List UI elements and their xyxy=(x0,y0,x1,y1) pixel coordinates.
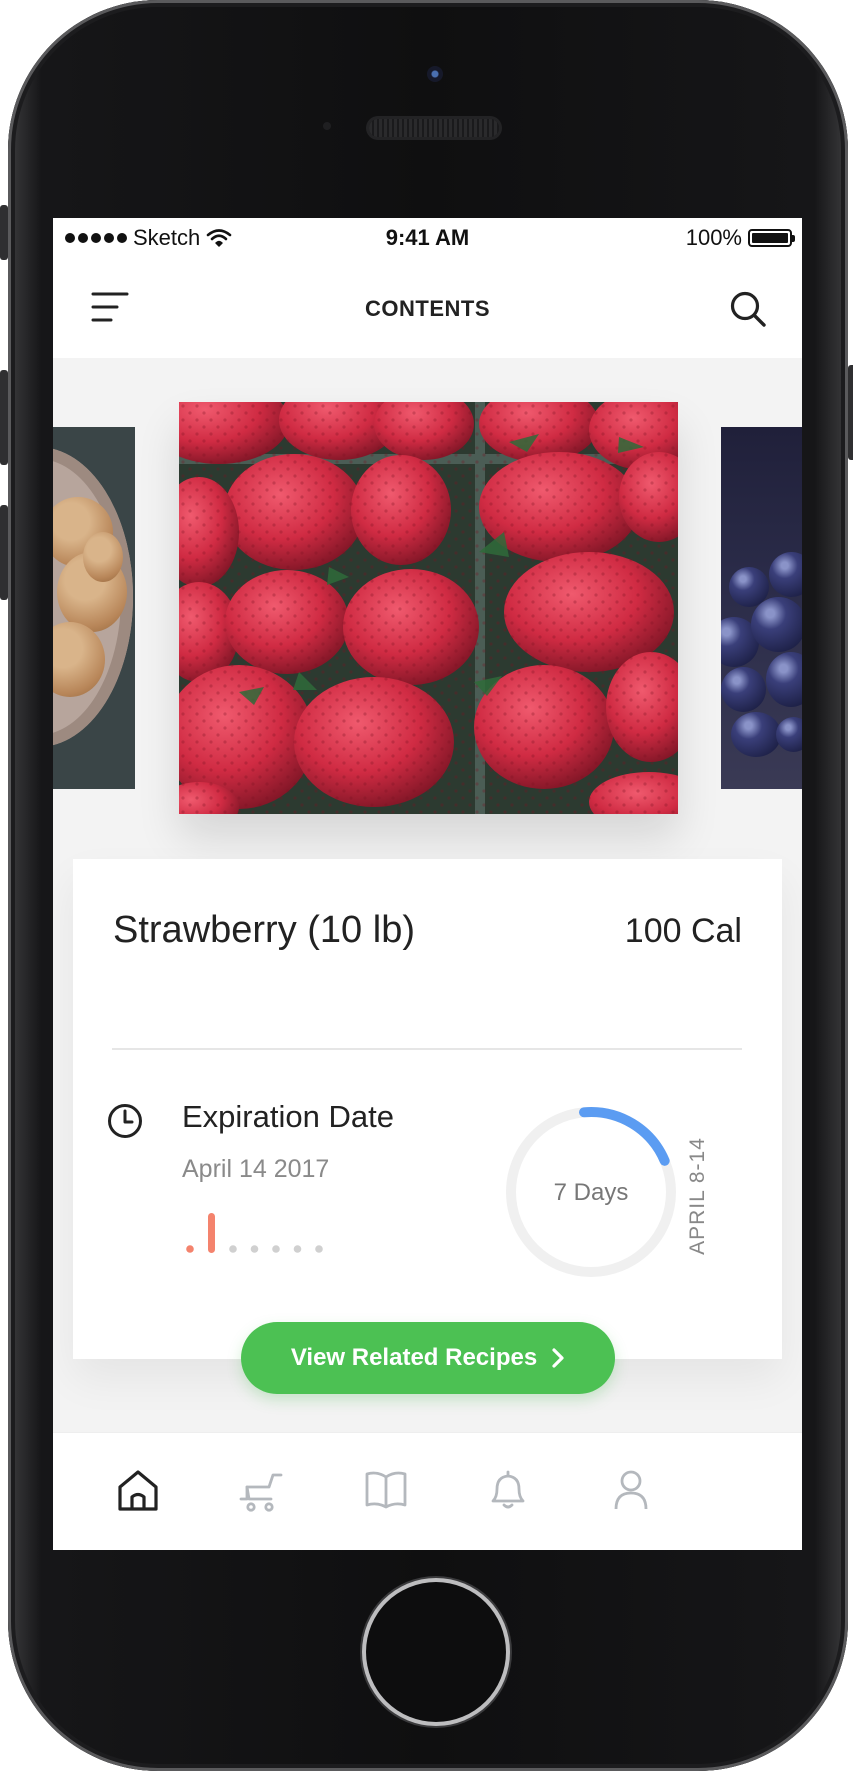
mute-switch xyxy=(0,205,8,260)
tab-notifications[interactable] xyxy=(485,1467,531,1513)
expiration-label: Expiration Date xyxy=(182,1099,394,1134)
chevron-right-icon xyxy=(552,1348,564,1368)
week-mark xyxy=(315,1245,323,1253)
status-bar: Sketch 9:41 AM 100% xyxy=(53,218,802,258)
blueberry-image xyxy=(776,717,802,752)
week-mark xyxy=(250,1245,259,1253)
days-left-label: 7 Days xyxy=(553,1179,629,1206)
page-title: CONTENTS xyxy=(365,296,490,321)
blueberry-image xyxy=(731,712,781,757)
blueberry-image xyxy=(721,667,766,712)
user-icon xyxy=(614,1470,648,1510)
week-mark-current xyxy=(208,1213,215,1253)
week-mark xyxy=(229,1245,237,1253)
item-calories: 100 Cal xyxy=(624,912,742,950)
item-detail-card: Strawberry (10 lb) 100 Cal Expiration Da… xyxy=(73,859,782,1359)
volume-down-button xyxy=(0,505,8,600)
book-icon xyxy=(365,1471,407,1509)
tab-cart[interactable] xyxy=(239,1467,285,1513)
expiration-date: April 14 2017 xyxy=(182,1155,330,1183)
search-icon[interactable] xyxy=(729,290,767,328)
divider xyxy=(112,1048,742,1050)
week-mark xyxy=(293,1245,302,1253)
cta-label: View Related Recipes xyxy=(290,1344,538,1371)
tab-profile[interactable] xyxy=(608,1467,654,1513)
blueberry-image xyxy=(766,652,802,707)
power-button xyxy=(848,365,853,460)
blueberry-image xyxy=(751,597,802,652)
top-navigation-bar: CONTENTS xyxy=(53,258,802,358)
clock-icon xyxy=(108,1104,142,1138)
carousel-item-strawberries[interactable] xyxy=(179,402,678,814)
view-related-recipes-button[interactable]: View Related Recipes xyxy=(241,1322,615,1394)
battery-percentage: 100% xyxy=(685,225,742,250)
item-name: Strawberry (10 lb) xyxy=(113,909,415,951)
strawberries-image xyxy=(179,402,678,814)
volume-up-button xyxy=(0,370,8,465)
proximity-sensor xyxy=(323,122,331,130)
week-mark xyxy=(186,1245,194,1253)
cart-icon xyxy=(239,1473,283,1512)
week-mark xyxy=(272,1245,280,1253)
tab-home[interactable] xyxy=(115,1467,161,1513)
carousel-item-blueberries[interactable] xyxy=(721,427,802,789)
week-progress-indicator xyxy=(186,1213,323,1253)
home-icon xyxy=(118,1470,158,1511)
cookie-image xyxy=(83,532,123,582)
tab-recipes[interactable] xyxy=(363,1467,409,1513)
bell-icon xyxy=(491,1470,525,1509)
blueberry-image xyxy=(769,552,802,597)
app-screen: Sketch 9:41 AM 100% CONTENTS Strawberry … xyxy=(53,218,802,1550)
date-range-label: APRIL 8-14 xyxy=(686,1137,709,1255)
earpiece-speaker xyxy=(369,119,499,137)
bottom-tab-bar xyxy=(53,1432,802,1550)
carousel-item-cookies[interactable] xyxy=(53,427,135,789)
home-button[interactable] xyxy=(366,1582,506,1722)
battery-icon xyxy=(748,229,795,247)
front-camera xyxy=(427,66,443,82)
